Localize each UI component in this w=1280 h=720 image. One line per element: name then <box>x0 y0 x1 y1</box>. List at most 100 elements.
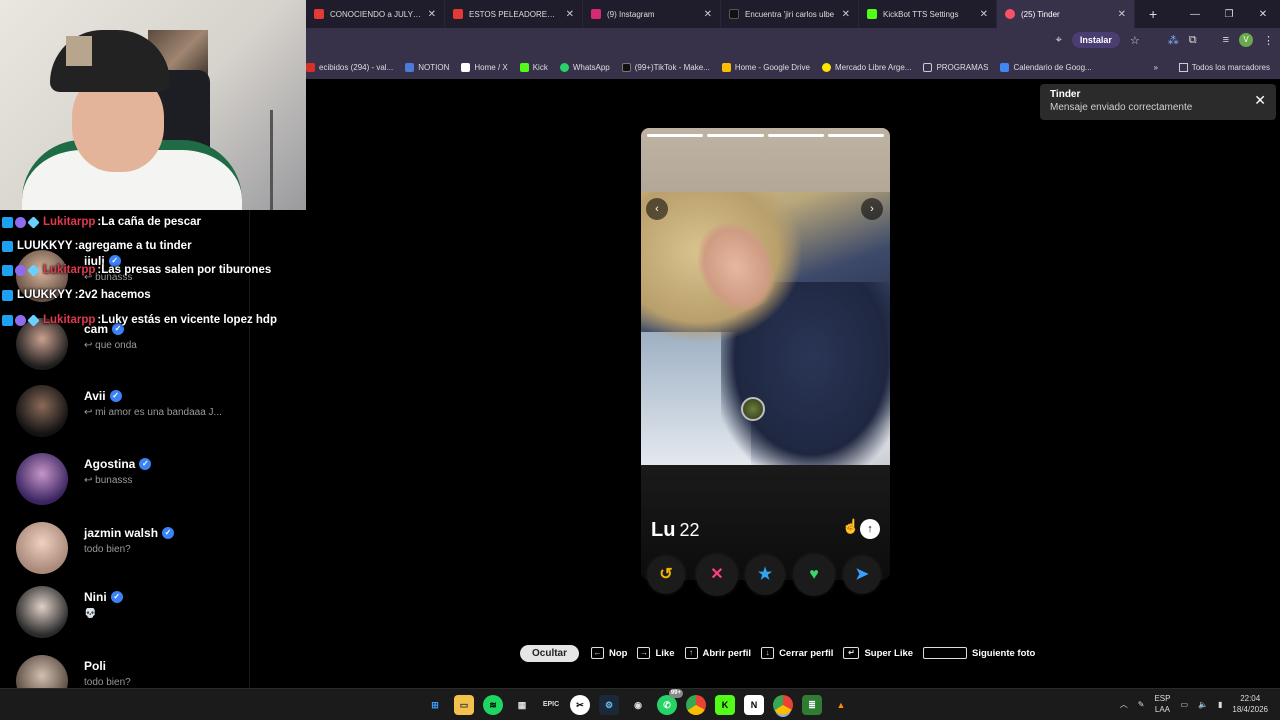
photo-mate-cup <box>741 397 765 421</box>
close-tab-icon[interactable]: ✕ <box>704 9 712 20</box>
translate-icon[interactable]: ⁂ <box>1168 34 1179 47</box>
network-icon[interactable]: ▭ <box>1180 700 1188 709</box>
streamer-badge-icon <box>2 264 13 276</box>
file-explorer-icon[interactable]: ▭ <box>454 695 474 715</box>
bookmark-item[interactable]: ecibidos (294) - val... <box>306 62 393 72</box>
pen-icon[interactable]: ✎ <box>1138 700 1145 709</box>
bookmark-item[interactable]: Mercado Libre Arge... <box>821 62 911 72</box>
folder-icon <box>1178 62 1188 72</box>
rewind-button[interactable]: ↺ <box>647 556 685 594</box>
menu-kebab-icon[interactable]: ⋮ <box>1263 34 1274 47</box>
chat-message: 2v2 hacemos <box>78 289 151 301</box>
like-button[interactable]: ♥ <box>793 554 835 596</box>
bookmark-item[interactable]: Kick <box>519 62 548 72</box>
install-button[interactable]: Instalar <box>1071 32 1120 48</box>
match-item[interactable]: Agostina ✓ ↩ bunasss <box>0 453 249 519</box>
steam-icon[interactable]: ⚙ <box>599 695 619 715</box>
open-profile-button[interactable]: ↑ <box>860 519 880 539</box>
profile-avatar[interactable]: V <box>1239 33 1253 47</box>
browser-tab[interactable]: CONOCIENDO a JULY PEI ✕ <box>306 0 445 28</box>
notion-icon <box>405 62 415 72</box>
store-icon[interactable]: ▦ <box>512 695 532 715</box>
close-tab-icon[interactable]: ✕ <box>566 9 574 20</box>
location-icon[interactable]: ⌖ <box>1056 34 1062 47</box>
bookmark-folder[interactable]: PROGRAMAS <box>923 62 988 72</box>
close-tab-icon[interactable]: ✕ <box>842 9 850 20</box>
taskbar-apps: ⊞ ▭ ≋ ▦ EPIC ✂ ⚙ ◉ ✆ 99+ K N ≣ ▲ <box>425 689 851 715</box>
minimize-icon[interactable]: — <box>1178 9 1212 20</box>
match-last-message: ↩ que onda <box>84 340 137 351</box>
tinder-icon <box>1005 9 1015 19</box>
previous-photo-button[interactable]: ‹ <box>646 198 668 220</box>
window-controls: — ❐ ✕ <box>1178 0 1280 28</box>
tiktok-icon <box>621 62 631 72</box>
bookmark-item[interactable]: Calendario de Goog... <box>1000 62 1092 72</box>
bookmark-star-icon[interactable]: ☆ <box>1130 34 1140 47</box>
restore-icon[interactable]: ❐ <box>1212 9 1246 20</box>
nope-button[interactable]: ✕ <box>696 554 738 596</box>
match-name: Poli <box>84 659 107 673</box>
volume-icon[interactable]: 🔈 <box>1198 700 1208 709</box>
browser-tab[interactable]: Encuentra 'jiri carlos ulbe ✕ <box>721 0 859 28</box>
streamer-badge-icon <box>2 314 13 326</box>
streamer-badge-icon <box>2 240 13 252</box>
browser-tab[interactable]: ESTOS PELEADORES DE U✕ <box>445 0 583 28</box>
bookmark-item[interactable]: WhatsApp <box>559 62 610 72</box>
close-tab-icon[interactable]: ✕ <box>428 9 436 20</box>
profile-card[interactable] <box>641 128 890 580</box>
bookmark-item[interactable]: Home - Google Drive <box>721 62 810 72</box>
close-toast-icon[interactable]: ✕ <box>1254 92 1266 109</box>
shortcut-next-photo: Siguiente foto <box>923 647 1035 659</box>
whatsapp-icon[interactable]: ✆ 99+ <box>657 689 683 715</box>
stream-chat-line: LUUKKYY: 2v2 hacemos <box>2 285 151 305</box>
bookmarks-overflow-button[interactable]: » <box>1154 63 1158 72</box>
reading-list-icon[interactable]: ≡ <box>1223 34 1229 46</box>
browser-tab[interactable]: KickBot TTS Settings ✕ <box>859 0 997 28</box>
language-indicator[interactable]: ESP LAA <box>1154 693 1170 715</box>
capcut-icon[interactable]: ✂ <box>570 695 590 715</box>
epic-games-icon[interactable]: EPIC <box>541 695 561 715</box>
match-item[interactable]: jazmin walsh ✓ todo bien? <box>0 522 249 588</box>
mercadolibre-icon <box>821 62 831 72</box>
match-item[interactable]: Nini ✓ 💀 <box>0 586 249 652</box>
match-item[interactable]: Avii ✓ ↩ mi amor es una bandaaa J... <box>0 385 249 451</box>
chrome-icon[interactable] <box>686 695 706 715</box>
match-last-message: ↩ mi amor es una bandaaa J... <box>84 407 222 418</box>
profile-name: Lu <box>651 519 676 541</box>
close-tab-icon[interactable]: ✕ <box>1118 9 1126 20</box>
vlc-icon[interactable]: ▲ <box>831 695 851 715</box>
super-like-button[interactable]: ★ <box>745 555 785 595</box>
browser-tab[interactable]: (9) Instagram ✕ <box>583 0 721 28</box>
browser-tab-active[interactable]: (25) Tinder ✕ <box>997 0 1135 28</box>
send-message-button[interactable]: ➤ <box>843 556 881 594</box>
chrome-active-icon[interactable] <box>773 695 793 715</box>
match-item[interactable]: Poli todo bien? <box>0 655 249 688</box>
instagram-icon <box>591 9 601 19</box>
next-photo-button[interactable]: › <box>861 198 883 220</box>
chat-username: Lukitarpp <box>43 216 96 228</box>
extensions-icon[interactable]: ⧉ <box>1189 34 1197 47</box>
new-tab-button[interactable]: + <box>1149 6 1157 22</box>
all-bookmarks-folder[interactable]: Todos los marcadores <box>1178 62 1270 72</box>
close-window-icon[interactable]: ✕ <box>1246 9 1280 20</box>
bookmark-item[interactable]: (99+)TikTok - Make... <box>621 62 710 72</box>
kick-icon[interactable]: K <box>715 695 735 715</box>
hide-shortcuts-button[interactable]: Ocultar <box>520 644 580 662</box>
system-tray: ︿ ✎ ESP LAA ▭ 🔈 ▮ 22:04 18/4/2026 <box>1120 693 1268 715</box>
clock[interactable]: 22:04 18/4/2026 <box>1232 693 1268 715</box>
verified-badge-icon: ✓ <box>139 458 152 470</box>
battery-icon[interactable]: ▮ <box>1218 700 1222 709</box>
key-down-icon: ↓ <box>761 647 775 659</box>
tray-overflow-icon[interactable]: ︿ <box>1120 699 1128 710</box>
notion-icon[interactable]: N <box>744 695 764 715</box>
profile-name-age: Lu 22 <box>651 519 699 542</box>
notepad-icon[interactable]: ≣ <box>802 695 822 715</box>
windows-start-icon[interactable]: ⊞ <box>425 695 445 715</box>
match-last-message: 💀 <box>84 608 97 619</box>
spotify-icon[interactable]: ≋ <box>483 695 503 715</box>
obs-icon[interactable]: ◉ <box>628 695 648 715</box>
close-tab-icon[interactable]: ✕ <box>980 9 988 20</box>
bookmark-item[interactable]: NOTION <box>405 62 449 72</box>
match-avatar <box>16 453 68 505</box>
bookmark-item[interactable]: Home / X <box>461 62 508 72</box>
